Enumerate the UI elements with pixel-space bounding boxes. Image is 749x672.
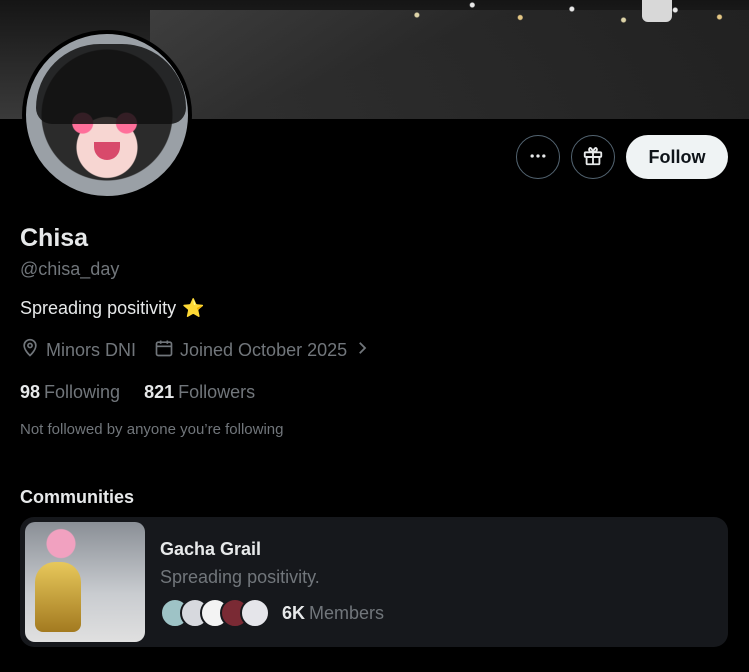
gift-button[interactable] [571,135,615,179]
joined-item[interactable]: Joined October 2025 [154,338,371,363]
community-name: Gacha Grail [160,539,262,559]
following-label: Following [44,382,121,402]
location-pin-icon [20,338,40,363]
banner-tower [642,0,672,22]
member-avatar [240,598,270,628]
members-count: 6K Members [282,603,384,624]
follow-button[interactable]: Follow [626,135,728,179]
followers-label: Followers [178,382,256,402]
location-item: Minors DNI [20,338,136,363]
more-button[interactable] [516,135,560,179]
bio-text: Spreading positivity [20,298,177,318]
following-count: 98 [20,382,41,402]
calendar-icon [154,338,174,363]
not-followed-text: Not followed by anyone you’re following [20,421,284,438]
banner-city-lights [380,0,749,50]
follow-stats: 98 Following 821 Followers [20,382,255,403]
communities-heading: Communities [20,487,135,507]
community-description: Spreading positivity. [160,567,320,587]
avatar-mouth [94,142,120,160]
profile-avatar[interactable] [22,30,192,200]
community-card[interactable]: Gacha Grail Spreading positivity. 6K Memb… [20,517,728,647]
avatar-hair [36,44,186,124]
members-number: 6K [282,602,306,623]
profile-name: Chisa [20,224,89,252]
location-text: Minors DNI [46,340,137,360]
profile-handle: @chisa_day [20,259,120,279]
profile-bio: Spreading positivity ⭐ [20,298,205,319]
followers-link[interactable]: 821 Followers [144,382,255,403]
profile-meta: Minors DNI Joined October 2025 [20,338,375,363]
gift-icon [582,145,604,170]
more-horizontal-icon [528,146,548,169]
community-thumbnail [25,522,145,642]
joined-text: Joined October 2025 [180,340,348,360]
star-emoji: ⭐ [182,298,205,318]
members-label: Members [309,602,385,623]
grail-image [35,562,81,632]
following-link[interactable]: 98 Following [20,382,120,403]
followers-count: 821 [144,382,175,402]
chevron-right-icon [353,339,371,362]
community-members: 6K Members [160,597,384,629]
